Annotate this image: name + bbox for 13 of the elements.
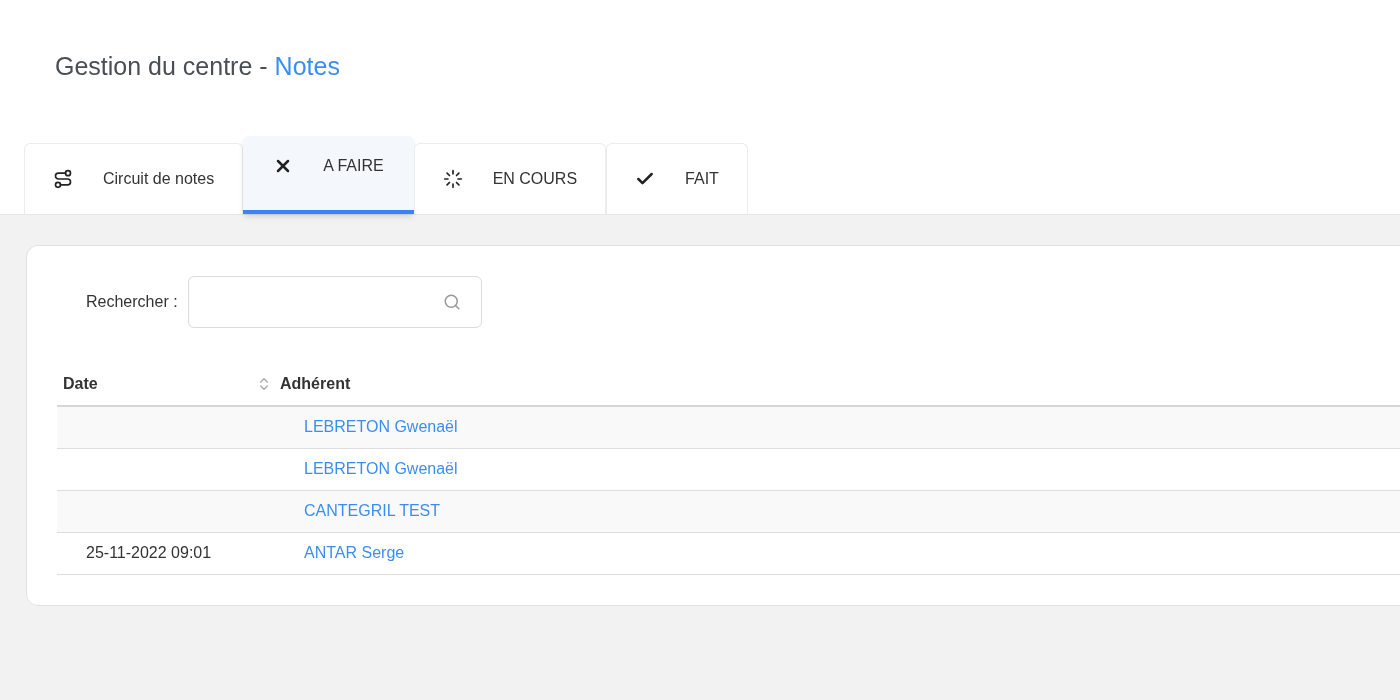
search-icon	[442, 292, 461, 311]
search-label: Rechercher :	[86, 291, 178, 312]
tab[interactable]: FAIT	[606, 142, 748, 214]
spinner-icon	[442, 168, 463, 189]
tab[interactable]: EN COURS	[413, 142, 607, 214]
tab[interactable]: Circuit de notes	[24, 142, 244, 214]
route-icon	[53, 168, 73, 189]
page-title: Gestion du centre - Notes	[54, 51, 341, 82]
search-field[interactable]	[187, 275, 482, 328]
column-header[interactable]: Date	[57, 371, 280, 396]
table-cell: 25-11-2022 09:01	[86, 544, 212, 561]
tab[interactable]: A FAIRE	[243, 135, 414, 214]
column-header: Adhérent	[280, 373, 351, 394]
